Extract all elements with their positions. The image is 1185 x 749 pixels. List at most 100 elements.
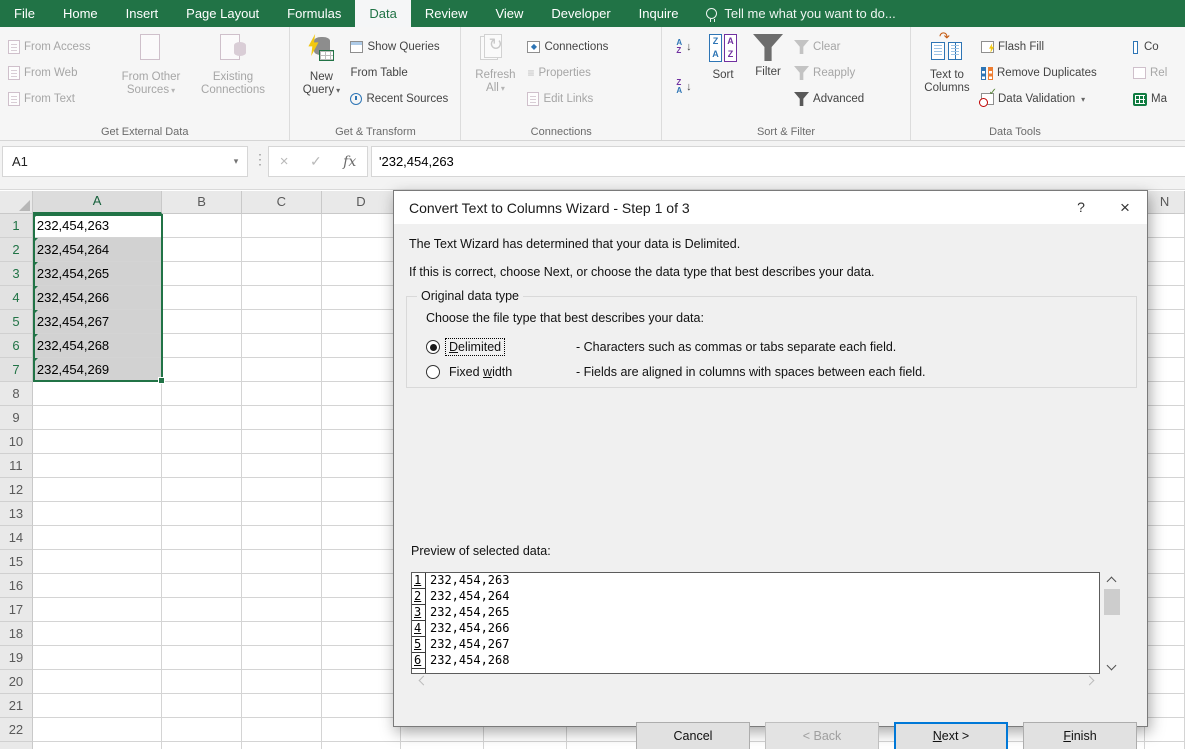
grid-cell-A16[interactable] bbox=[32, 574, 163, 598]
row-header-21[interactable]: 21 bbox=[0, 694, 33, 718]
grid-cell-A13[interactable] bbox=[32, 502, 163, 526]
grid-cell-B1[interactable] bbox=[162, 214, 242, 238]
grid-cell-A10[interactable] bbox=[32, 430, 163, 454]
insert-function-icon[interactable]: fx bbox=[343, 154, 356, 170]
row-header-9[interactable]: 9 bbox=[0, 406, 33, 430]
finish-button[interactable]: Finish bbox=[1023, 722, 1137, 749]
grid-cell-D17[interactable] bbox=[321, 598, 402, 622]
grid-cell-C17[interactable] bbox=[241, 598, 322, 622]
grid-cell-B6[interactable] bbox=[162, 334, 242, 358]
grid-cell-D12[interactable] bbox=[321, 478, 402, 502]
back-button[interactable]: < Back bbox=[765, 722, 879, 749]
grid-cell-N18[interactable] bbox=[1145, 622, 1185, 646]
existing-connections-button[interactable]: Existing Connections bbox=[191, 31, 275, 97]
column-header-B[interactable]: B bbox=[162, 191, 242, 214]
manage-data-model-button[interactable]: Ma bbox=[1130, 88, 1180, 110]
enter-entry-icon[interactable]: ✓ bbox=[310, 153, 322, 170]
grid-cell-N15[interactable] bbox=[1145, 550, 1185, 574]
row-header-15[interactable]: 15 bbox=[0, 550, 33, 574]
grid-cell-B13[interactable] bbox=[162, 502, 242, 526]
grid-cell-C9[interactable] bbox=[241, 406, 322, 430]
grid-cell-A1[interactable]: 232,454,263 bbox=[32, 214, 163, 238]
advanced-filter-button[interactable]: Advanced bbox=[791, 88, 883, 110]
tab-file[interactable]: File bbox=[0, 0, 49, 27]
cancel-button[interactable]: Cancel bbox=[636, 722, 750, 749]
grid-cell-C2[interactable] bbox=[241, 238, 322, 262]
tab-home[interactable]: Home bbox=[49, 0, 112, 27]
row-header-12[interactable]: 12 bbox=[0, 478, 33, 502]
grid-cell-C23[interactable] bbox=[241, 742, 322, 749]
formula-input[interactable]: '232,454,263 bbox=[371, 146, 1185, 177]
name-box-dropdown-icon[interactable]: ▾ bbox=[225, 156, 247, 167]
grid-cell-D11[interactable] bbox=[321, 454, 402, 478]
grid-cell-B4[interactable] bbox=[162, 286, 242, 310]
grid-cell-C22[interactable] bbox=[241, 718, 322, 742]
grid-cell-D5[interactable] bbox=[321, 310, 402, 334]
row-header-19[interactable]: 19 bbox=[0, 646, 33, 670]
grid-cell-C19[interactable] bbox=[241, 646, 322, 670]
row-header-6[interactable]: 6 bbox=[0, 334, 33, 358]
consolidate-button[interactable]: Co bbox=[1130, 36, 1180, 58]
grid-cell-C1[interactable] bbox=[241, 214, 322, 238]
grid-cell-N19[interactable] bbox=[1145, 646, 1185, 670]
filter-button[interactable]: Filter bbox=[745, 31, 791, 79]
grid-cell-D4[interactable] bbox=[321, 286, 402, 310]
grid-cell-N9[interactable] bbox=[1145, 406, 1185, 430]
grid-cell-B16[interactable] bbox=[162, 574, 242, 598]
show-queries-button[interactable]: Show Queries bbox=[347, 36, 455, 58]
grid-cell-N10[interactable] bbox=[1145, 430, 1185, 454]
tab-view[interactable]: View bbox=[481, 0, 537, 27]
relationships-button[interactable]: Rel bbox=[1130, 62, 1180, 84]
grid-cell-C21[interactable] bbox=[241, 694, 322, 718]
grid-cell-A5[interactable]: 232,454,267 bbox=[32, 310, 163, 334]
from-access-button[interactable]: From Access bbox=[5, 36, 111, 58]
scrollbar-thumb[interactable] bbox=[1104, 589, 1120, 615]
column-header-D[interactable]: D bbox=[321, 191, 402, 214]
grid-cell-D13[interactable] bbox=[321, 502, 402, 526]
row-header-13[interactable]: 13 bbox=[0, 502, 33, 526]
grid-cell-N3[interactable] bbox=[1145, 262, 1185, 286]
grid-cell-D21[interactable] bbox=[321, 694, 402, 718]
grid-cell-A12[interactable] bbox=[32, 478, 163, 502]
grid-cell-B17[interactable] bbox=[162, 598, 242, 622]
tab-developer[interactable]: Developer bbox=[537, 0, 624, 27]
grid-cell-A21[interactable] bbox=[32, 694, 163, 718]
grid-cell-C7[interactable] bbox=[241, 358, 322, 382]
from-web-button[interactable]: From Web bbox=[5, 62, 111, 84]
dialog-close-button[interactable]: × bbox=[1103, 191, 1147, 224]
refresh-all-button[interactable]: ↻ Refresh All ▾ bbox=[466, 31, 524, 95]
grid-cell-A7[interactable]: 232,454,269 bbox=[32, 358, 163, 382]
row-header-11[interactable]: 11 bbox=[0, 454, 33, 478]
grid-cell-B11[interactable] bbox=[162, 454, 242, 478]
grid-cell-B20[interactable] bbox=[162, 670, 242, 694]
grid-cell-D6[interactable] bbox=[321, 334, 402, 358]
grid-cell-A2[interactable]: 232,454,264 bbox=[32, 238, 163, 262]
grid-cell-N1[interactable] bbox=[1145, 214, 1185, 238]
grid-cell-B3[interactable] bbox=[162, 262, 242, 286]
grid-cell-N5[interactable] bbox=[1145, 310, 1185, 334]
next-button[interactable]: Next > bbox=[894, 722, 1008, 749]
grid-cell-A9[interactable] bbox=[32, 406, 163, 430]
column-header-C[interactable]: C bbox=[241, 191, 322, 214]
scroll-left-icon[interactable] bbox=[418, 676, 427, 685]
grid-cell-D10[interactable] bbox=[321, 430, 402, 454]
grid-cell-B22[interactable] bbox=[162, 718, 242, 742]
sort-button[interactable]: ZA AZ Sort bbox=[701, 31, 745, 82]
grid-cell-B19[interactable] bbox=[162, 646, 242, 670]
grid-cell-C14[interactable] bbox=[241, 526, 322, 550]
grid-cell-B10[interactable] bbox=[162, 430, 242, 454]
grid-cell-C8[interactable] bbox=[241, 382, 322, 406]
row-header-1[interactable]: 1 bbox=[0, 214, 33, 238]
name-box[interactable]: A1 ▾ bbox=[2, 146, 248, 177]
grid-cell-D7[interactable] bbox=[321, 358, 402, 382]
row-header-23[interactable] bbox=[0, 742, 33, 749]
grid-cell-D20[interactable] bbox=[321, 670, 402, 694]
sort-ascending-button[interactable]: A Z ↓ bbox=[673, 36, 694, 58]
grid-cell-N7[interactable] bbox=[1145, 358, 1185, 382]
column-header-N[interactable]: N bbox=[1145, 191, 1185, 214]
text-to-columns-button[interactable]: ↷ Text to Columns bbox=[916, 30, 978, 95]
grid-cell-B8[interactable] bbox=[162, 382, 242, 406]
grid-cell-A8[interactable] bbox=[32, 382, 163, 406]
reapply-button[interactable]: Reapply bbox=[791, 62, 883, 84]
dialog-help-button[interactable]: ? bbox=[1059, 191, 1103, 224]
